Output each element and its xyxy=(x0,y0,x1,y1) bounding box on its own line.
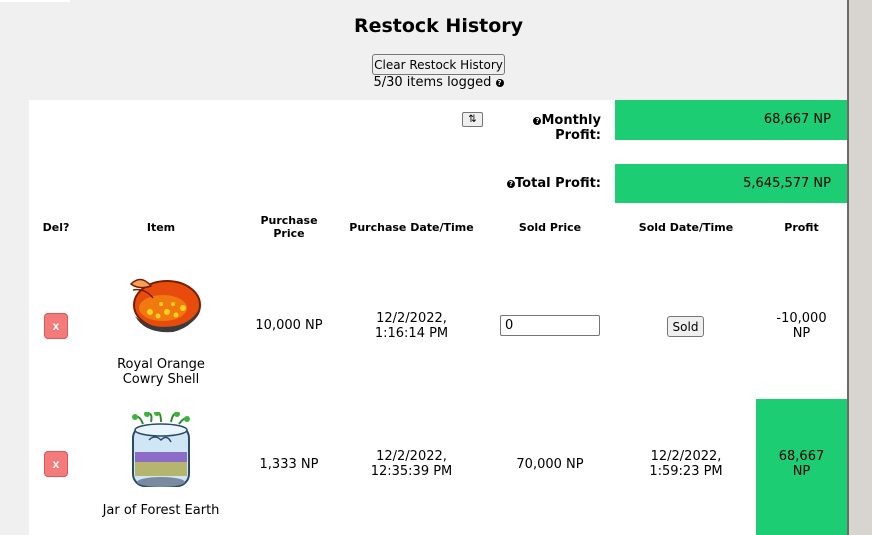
sold-price: 70,000 NP xyxy=(516,457,584,472)
clear-restock-history-button[interactable]: Clear Restock History xyxy=(372,54,505,75)
window-edge xyxy=(847,0,872,535)
purchase-time: 1:16:14 PM xyxy=(374,326,449,341)
sold-time: 1:59:23 PM xyxy=(649,464,723,479)
header-sold-datetime: Sold Date/Time xyxy=(638,221,734,234)
header-purchase-price-line2: Price xyxy=(273,227,305,240)
total-profit-label-text: Total Profit: xyxy=(515,176,601,191)
monthly-profit-value: 68,667 NP xyxy=(615,100,847,140)
purchase-datetime: 12/2/2022, 12:35:39 PM xyxy=(344,449,479,479)
sold-datetime: 12/2/2022, 1:59:23 PM xyxy=(626,449,746,479)
items-logged-text: 5/30 items logged xyxy=(373,75,492,90)
orange-cowry-shell-icon xyxy=(129,278,201,333)
row-profit: 68,667 NP xyxy=(756,449,847,479)
sort-toggle-button[interactable]: ⇅ xyxy=(462,112,483,127)
help-icon[interactable]: ? xyxy=(495,79,504,87)
items-logged-status: 5/30 items logged ? xyxy=(0,75,872,90)
sold-date: 12/2/2022, xyxy=(650,449,722,464)
delete-row-button[interactable]: x xyxy=(44,313,68,339)
mark-sold-button[interactable]: Sold xyxy=(667,316,704,337)
page-title: Restock History xyxy=(353,15,524,37)
header-item: Item xyxy=(146,221,176,234)
header-purchase-price: Purchase Price xyxy=(244,214,334,240)
row-profit-unit: NP xyxy=(792,464,811,479)
delete-row-button[interactable]: x xyxy=(44,451,68,477)
item-name-line1: Royal Orange xyxy=(117,357,205,372)
total-profit-help-icon[interactable]: ? xyxy=(507,180,516,188)
sold-price-input[interactable] xyxy=(500,315,600,336)
item-name: Jar of Forest Earth xyxy=(102,503,220,518)
purchase-price: 1,333 NP xyxy=(259,457,319,472)
header-sold-price: Sold Price xyxy=(518,221,582,234)
item-name-line2: Cowry Shell xyxy=(122,372,200,387)
row-profit: -10,000 NP xyxy=(756,311,847,341)
purchase-datetime: 12/2/2022, 1:16:14 PM xyxy=(344,311,479,341)
restock-table-panel: ⇅ ? Monthly Profit: 68,667 NP ? Total Prof… xyxy=(29,100,847,535)
purchase-date: 12/2/2022, xyxy=(376,449,447,464)
total-profit-label: ? Total Profit: xyxy=(491,176,601,191)
page: Restock History Clear Restock History 5/… xyxy=(0,0,847,535)
monthly-profit-label-text: Monthly Profit: xyxy=(541,113,601,143)
monthly-profit-label: ? Monthly Profit: xyxy=(491,113,601,143)
purchase-price: 10,000 NP xyxy=(255,318,323,333)
item-name: Royal Orange Cowry Shell xyxy=(109,357,213,387)
top-divider xyxy=(0,0,70,2)
header-purchase-datetime: Purchase Date/Time xyxy=(349,221,474,234)
row-profit-amount: -10,000 xyxy=(776,311,827,326)
forest-earth-jar-icon xyxy=(132,412,190,487)
row-profit-unit: NP xyxy=(792,326,811,341)
header-profit: Profit xyxy=(784,221,819,234)
header-del: Del? xyxy=(42,221,70,234)
header-purchase-price-line1: Purchase xyxy=(260,214,318,227)
row-profit-amount: 68,667 xyxy=(778,449,825,464)
purchase-date: 12/2/2022, xyxy=(376,311,447,326)
total-profit-value: 5,645,577 NP xyxy=(615,164,847,203)
purchase-time: 12:35:39 PM xyxy=(370,464,453,479)
